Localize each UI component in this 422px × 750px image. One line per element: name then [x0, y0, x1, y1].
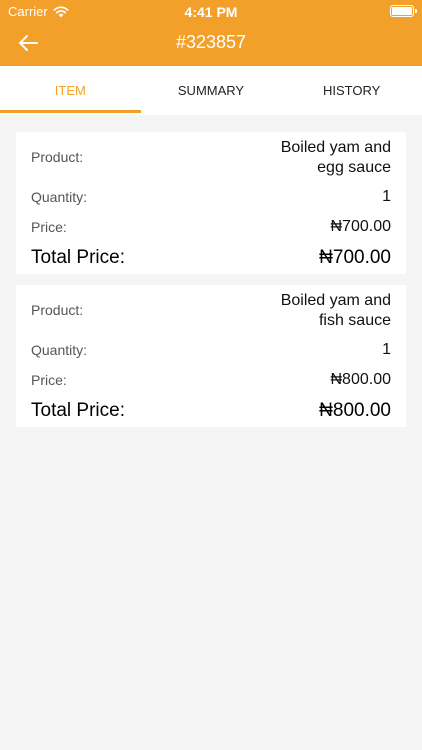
- price-row: Price: ₦800.00: [31, 365, 391, 395]
- product-label: Product:: [31, 149, 84, 165]
- product-row: Product: Boiled yam and egg sauce: [31, 132, 391, 182]
- price-row: Price: ₦700.00: [31, 212, 391, 242]
- total-price-value: ₦800.00: [319, 400, 391, 421]
- quantity-row: Quantity: 1: [31, 335, 391, 365]
- price-label: Price:: [31, 219, 67, 235]
- quantity-value: 1: [382, 188, 391, 205]
- order-number-title: #323857: [175, 32, 247, 52]
- total-price-value: ₦700.00: [319, 247, 391, 268]
- status-bar: Carrier 4:41 PM: [0, 0, 422, 22]
- total-price-label: Total Price:: [31, 247, 125, 268]
- price-value: ₦700.00: [330, 218, 392, 235]
- battery-icon: [390, 5, 417, 17]
- product-value: Boiled yam and fish sauce: [280, 292, 391, 329]
- product-row: Product: Boiled yam and fish sauce: [31, 285, 391, 335]
- order-item-card: Product: Boiled yam and fish sauce Quant…: [16, 285, 406, 427]
- quantity-label: Quantity:: [31, 342, 88, 358]
- tab-history[interactable]: HISTORY: [281, 66, 422, 115]
- quantity-row: Quantity: 1: [31, 182, 391, 212]
- tab-bar: ITEM SUMMARY HISTORY: [0, 66, 422, 115]
- total-price-row: Total Price: ₦700.00: [31, 242, 391, 274]
- total-price-label: Total Price:: [31, 400, 125, 421]
- order-item-card: Product: Boiled yam and egg sauce Quanti…: [16, 132, 406, 274]
- quantity-label: Quantity:: [31, 189, 88, 205]
- status-time: 4:41 PM: [184, 4, 238, 20]
- tab-item[interactable]: ITEM: [0, 66, 141, 115]
- app-header: Carrier 4:41 PM #323857: [0, 0, 422, 66]
- product-label: Product:: [31, 302, 84, 318]
- tab-summary[interactable]: SUMMARY: [141, 66, 282, 115]
- total-price-row: Total Price: ₦800.00: [31, 395, 391, 427]
- product-value: Boiled yam and egg sauce: [280, 139, 391, 176]
- quantity-value: 1: [382, 341, 391, 358]
- price-value: ₦800.00: [330, 371, 392, 388]
- price-label: Price:: [31, 372, 67, 388]
